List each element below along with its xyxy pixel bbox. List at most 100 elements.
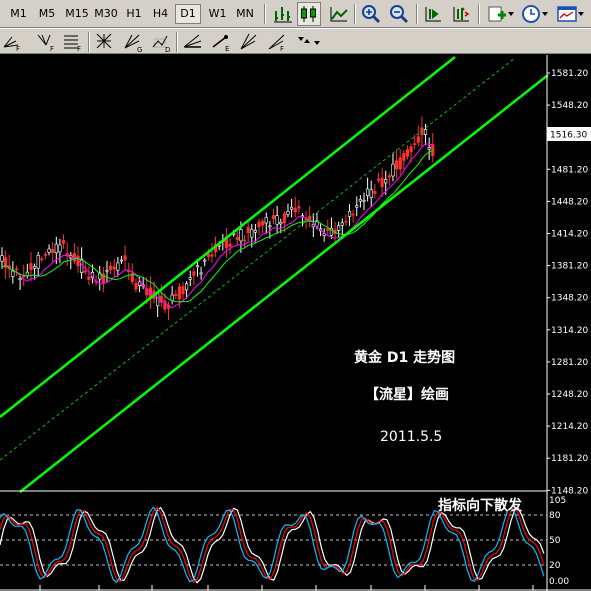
zoom-in-icon[interactable] bbox=[360, 3, 382, 25]
candle-body bbox=[36, 254, 40, 269]
candle-body bbox=[261, 220, 265, 226]
candle-body bbox=[239, 229, 243, 242]
fibonacci-timezones-icon[interactable]: F bbox=[266, 31, 288, 53]
candle-body bbox=[405, 149, 410, 157]
timeframe-toolbar: M1 M5 M15 M30 H1 H4 D1 W1 MN bbox=[0, 0, 591, 28]
candle-body bbox=[275, 215, 279, 225]
candlestick-icon[interactable] bbox=[297, 2, 321, 26]
candle-body bbox=[431, 144, 435, 156]
chevron-down-icon[interactable] bbox=[542, 11, 548, 17]
indicators-icon[interactable] bbox=[486, 3, 508, 25]
candle-body bbox=[195, 265, 200, 268]
candle-body bbox=[192, 271, 196, 276]
arrows-icon[interactable] bbox=[294, 31, 316, 53]
chart-title-annotation: 黄金 D1 走势图 bbox=[354, 349, 455, 366]
candle-body bbox=[402, 153, 406, 161]
candle-body bbox=[25, 271, 29, 277]
candle-body bbox=[293, 208, 297, 213]
timeframe-m15[interactable]: M15 bbox=[63, 4, 91, 24]
oscillator-axis-label: 20 bbox=[549, 561, 561, 571]
timeframe-w1[interactable]: W1 bbox=[205, 4, 230, 24]
candle-body bbox=[297, 206, 301, 209]
candle-body bbox=[384, 179, 388, 184]
candle-body bbox=[311, 224, 315, 228]
candle-body bbox=[134, 282, 138, 290]
fibonacci-arcs-icon[interactable]: F bbox=[36, 31, 58, 53]
chart-shift-icon[interactable] bbox=[450, 3, 472, 25]
timeframe-h1[interactable]: H1 bbox=[122, 4, 146, 24]
candle-body bbox=[413, 143, 417, 145]
current-price-label: 1516.30 bbox=[550, 131, 587, 141]
candle-body bbox=[253, 230, 258, 233]
candle-body bbox=[199, 272, 203, 275]
elliott-wave-icon[interactable] bbox=[238, 31, 260, 53]
fibonacci-grid-icon[interactable]: F bbox=[62, 31, 84, 53]
candle-body bbox=[398, 157, 402, 170]
chevron-down-icon[interactable] bbox=[314, 40, 320, 46]
candle-body bbox=[116, 262, 120, 271]
toolbar-separator bbox=[416, 4, 418, 24]
candle-body bbox=[51, 249, 55, 253]
timeframe-mn[interactable]: MN bbox=[232, 4, 258, 24]
candle-body bbox=[18, 278, 22, 281]
regression-channel-icon[interactable]: E bbox=[210, 31, 232, 53]
gann-line-icon[interactable] bbox=[94, 31, 116, 53]
candle-body bbox=[235, 237, 239, 241]
oscillator-axis-label: 50 bbox=[549, 536, 561, 546]
candle-body bbox=[347, 211, 352, 217]
toolbar-separator bbox=[264, 4, 266, 24]
gann-grid-icon[interactable]: D bbox=[150, 31, 172, 53]
candle-body bbox=[177, 286, 181, 300]
candle-body bbox=[29, 263, 33, 271]
author-annotation: 【流星】绘画 bbox=[365, 386, 449, 403]
price-axis-label: 1548.20 bbox=[551, 101, 588, 111]
zoom-out-icon[interactable] bbox=[388, 3, 410, 25]
line-chart-icon[interactable] bbox=[328, 3, 350, 25]
periodicity-icon[interactable] bbox=[520, 3, 542, 25]
candle-body bbox=[83, 270, 87, 273]
price-axis-label: 1481.20 bbox=[551, 165, 588, 175]
templates-icon[interactable] bbox=[556, 3, 578, 25]
candle-body bbox=[387, 175, 391, 178]
candle-body bbox=[416, 136, 420, 143]
candle-body bbox=[351, 213, 355, 216]
candle-body bbox=[14, 268, 19, 271]
bar-chart-icon[interactable] bbox=[272, 3, 294, 25]
svg-text:G: G bbox=[137, 46, 142, 53]
candle-body bbox=[181, 286, 185, 295]
toolbar-separator bbox=[354, 4, 356, 24]
price-axis-label: 1281.20 bbox=[551, 358, 588, 368]
price-chart[interactable]: 1581.201548.201514.201481.201448.201414.… bbox=[0, 55, 591, 591]
candle-body bbox=[380, 177, 384, 188]
chevron-down-icon[interactable] bbox=[578, 11, 584, 17]
candle-body bbox=[264, 216, 268, 224]
candle-body bbox=[228, 243, 232, 247]
svg-text:F: F bbox=[16, 45, 20, 53]
timeframe-m1[interactable]: M1 bbox=[5, 4, 32, 24]
timeframe-h4[interactable]: H4 bbox=[148, 4, 173, 24]
candle-body bbox=[40, 258, 44, 261]
auto-scroll-icon[interactable] bbox=[422, 3, 444, 25]
candle-body bbox=[304, 218, 308, 221]
chevron-down-icon[interactable] bbox=[508, 11, 514, 17]
candle-body bbox=[282, 213, 286, 224]
candle-body bbox=[358, 199, 362, 202]
candle-body bbox=[87, 276, 91, 280]
timeframe-m5[interactable]: M5 bbox=[33, 4, 61, 24]
gann-fan-icon[interactable]: G bbox=[122, 31, 144, 53]
candle-body bbox=[409, 146, 413, 153]
candle-body bbox=[250, 228, 254, 238]
candle-body bbox=[109, 265, 113, 270]
price-axis-label: 1248.20 bbox=[551, 390, 588, 400]
andrews-pitchfork-icon[interactable] bbox=[182, 31, 204, 53]
price-axis-label: 1381.20 bbox=[551, 262, 588, 272]
timeframe-m30[interactable]: M30 bbox=[92, 4, 120, 24]
candle-body bbox=[185, 283, 189, 291]
svg-text:F: F bbox=[77, 45, 81, 53]
fibonacci-fan-icon[interactable]: F bbox=[2, 31, 24, 53]
candle-body bbox=[242, 239, 247, 242]
candle-body bbox=[206, 254, 210, 257]
toolbar-separator bbox=[478, 4, 480, 24]
timeframe-d1[interactable]: D1 bbox=[175, 4, 201, 24]
candle-body bbox=[394, 160, 399, 170]
